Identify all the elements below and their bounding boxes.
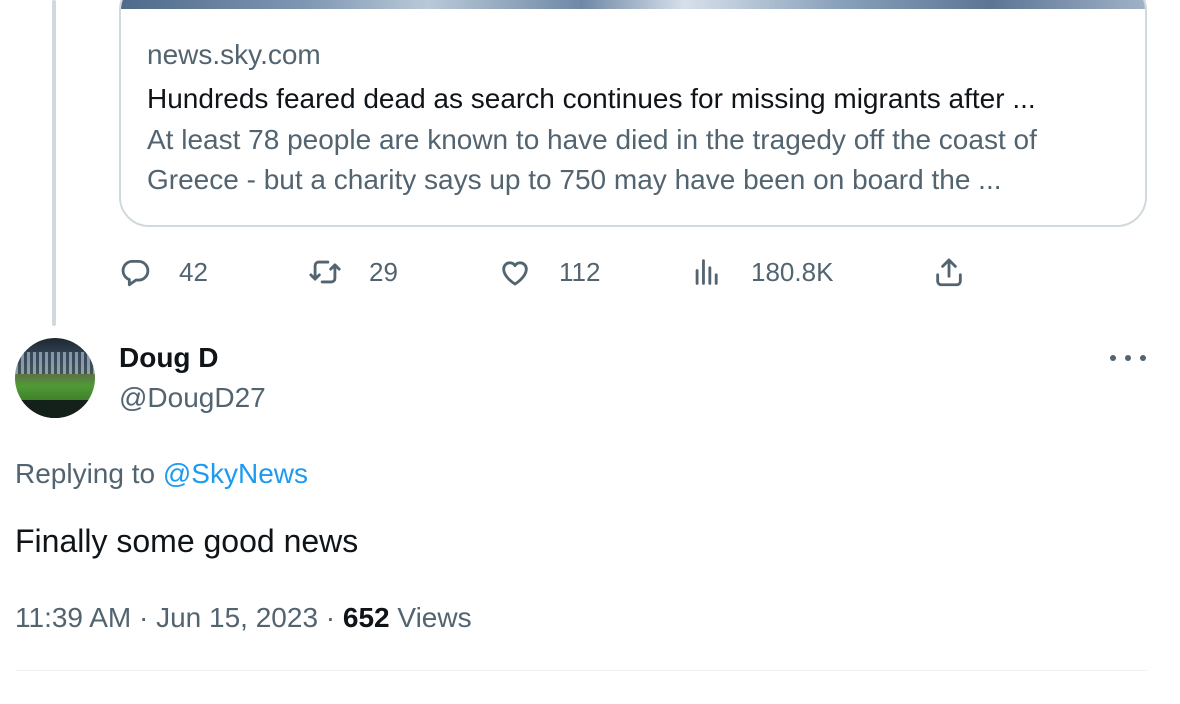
replying-to-line: Replying to @SkyNews [15,458,308,490]
share-icon [936,258,962,287]
reply-button[interactable]: 42 [118,248,208,296]
avatar-crowd [15,400,95,418]
more-options-button[interactable] [1110,348,1146,368]
link-description: At least 78 people are known to have die… [147,124,1037,195]
divider [15,670,1147,671]
views-icon [695,259,718,285]
more-icon-dot [1140,355,1146,361]
retweet-icon [309,260,341,284]
link-preview-image[interactable] [121,0,1145,9]
avatar[interactable] [15,338,95,418]
link-domain: news.sky.com [147,39,321,70]
tweet-metadata: 11:39 AM · Jun 15, 2023 · 652 Views [15,602,472,634]
replying-to-label: Replying to [15,458,156,489]
share-button[interactable] [932,248,966,296]
link-title: Hundreds feared dead as search continues… [147,83,1036,114]
link-preview-body: news.sky.com Hundreds feared dead as sea… [147,38,1121,200]
like-icon [502,261,528,286]
user-display-name[interactable]: Doug D [119,342,219,374]
reply-count: 42 [179,256,208,287]
views-button[interactable]: 180.8K [690,248,833,296]
thread-connector-line [52,0,56,326]
tweet-text: Finally some good news [15,523,359,559]
more-icon-dot [1110,355,1116,361]
user-handle[interactable]: @DougD27 [119,382,266,414]
like-count: 112 [559,256,601,287]
tweet-views-count: 652 [342,602,390,633]
tweet-views-label: Views [389,602,472,633]
tweet-timestamp[interactable]: 11:39 AM · Jun 15, 2023 · [15,602,343,633]
replying-to-mention[interactable]: @SkyNews [163,458,308,489]
link-preview-card[interactable]: news.sky.com Hundreds feared dead as sea… [119,0,1147,227]
retweet-button[interactable]: 29 [308,248,398,296]
reply-icon [121,259,150,287]
retweet-count: 29 [369,256,398,287]
views-count: 180.8K [751,256,834,287]
more-icon-dot [1125,355,1131,361]
avatar-stadium-stand [15,352,95,374]
like-button[interactable]: 112 [498,248,600,296]
